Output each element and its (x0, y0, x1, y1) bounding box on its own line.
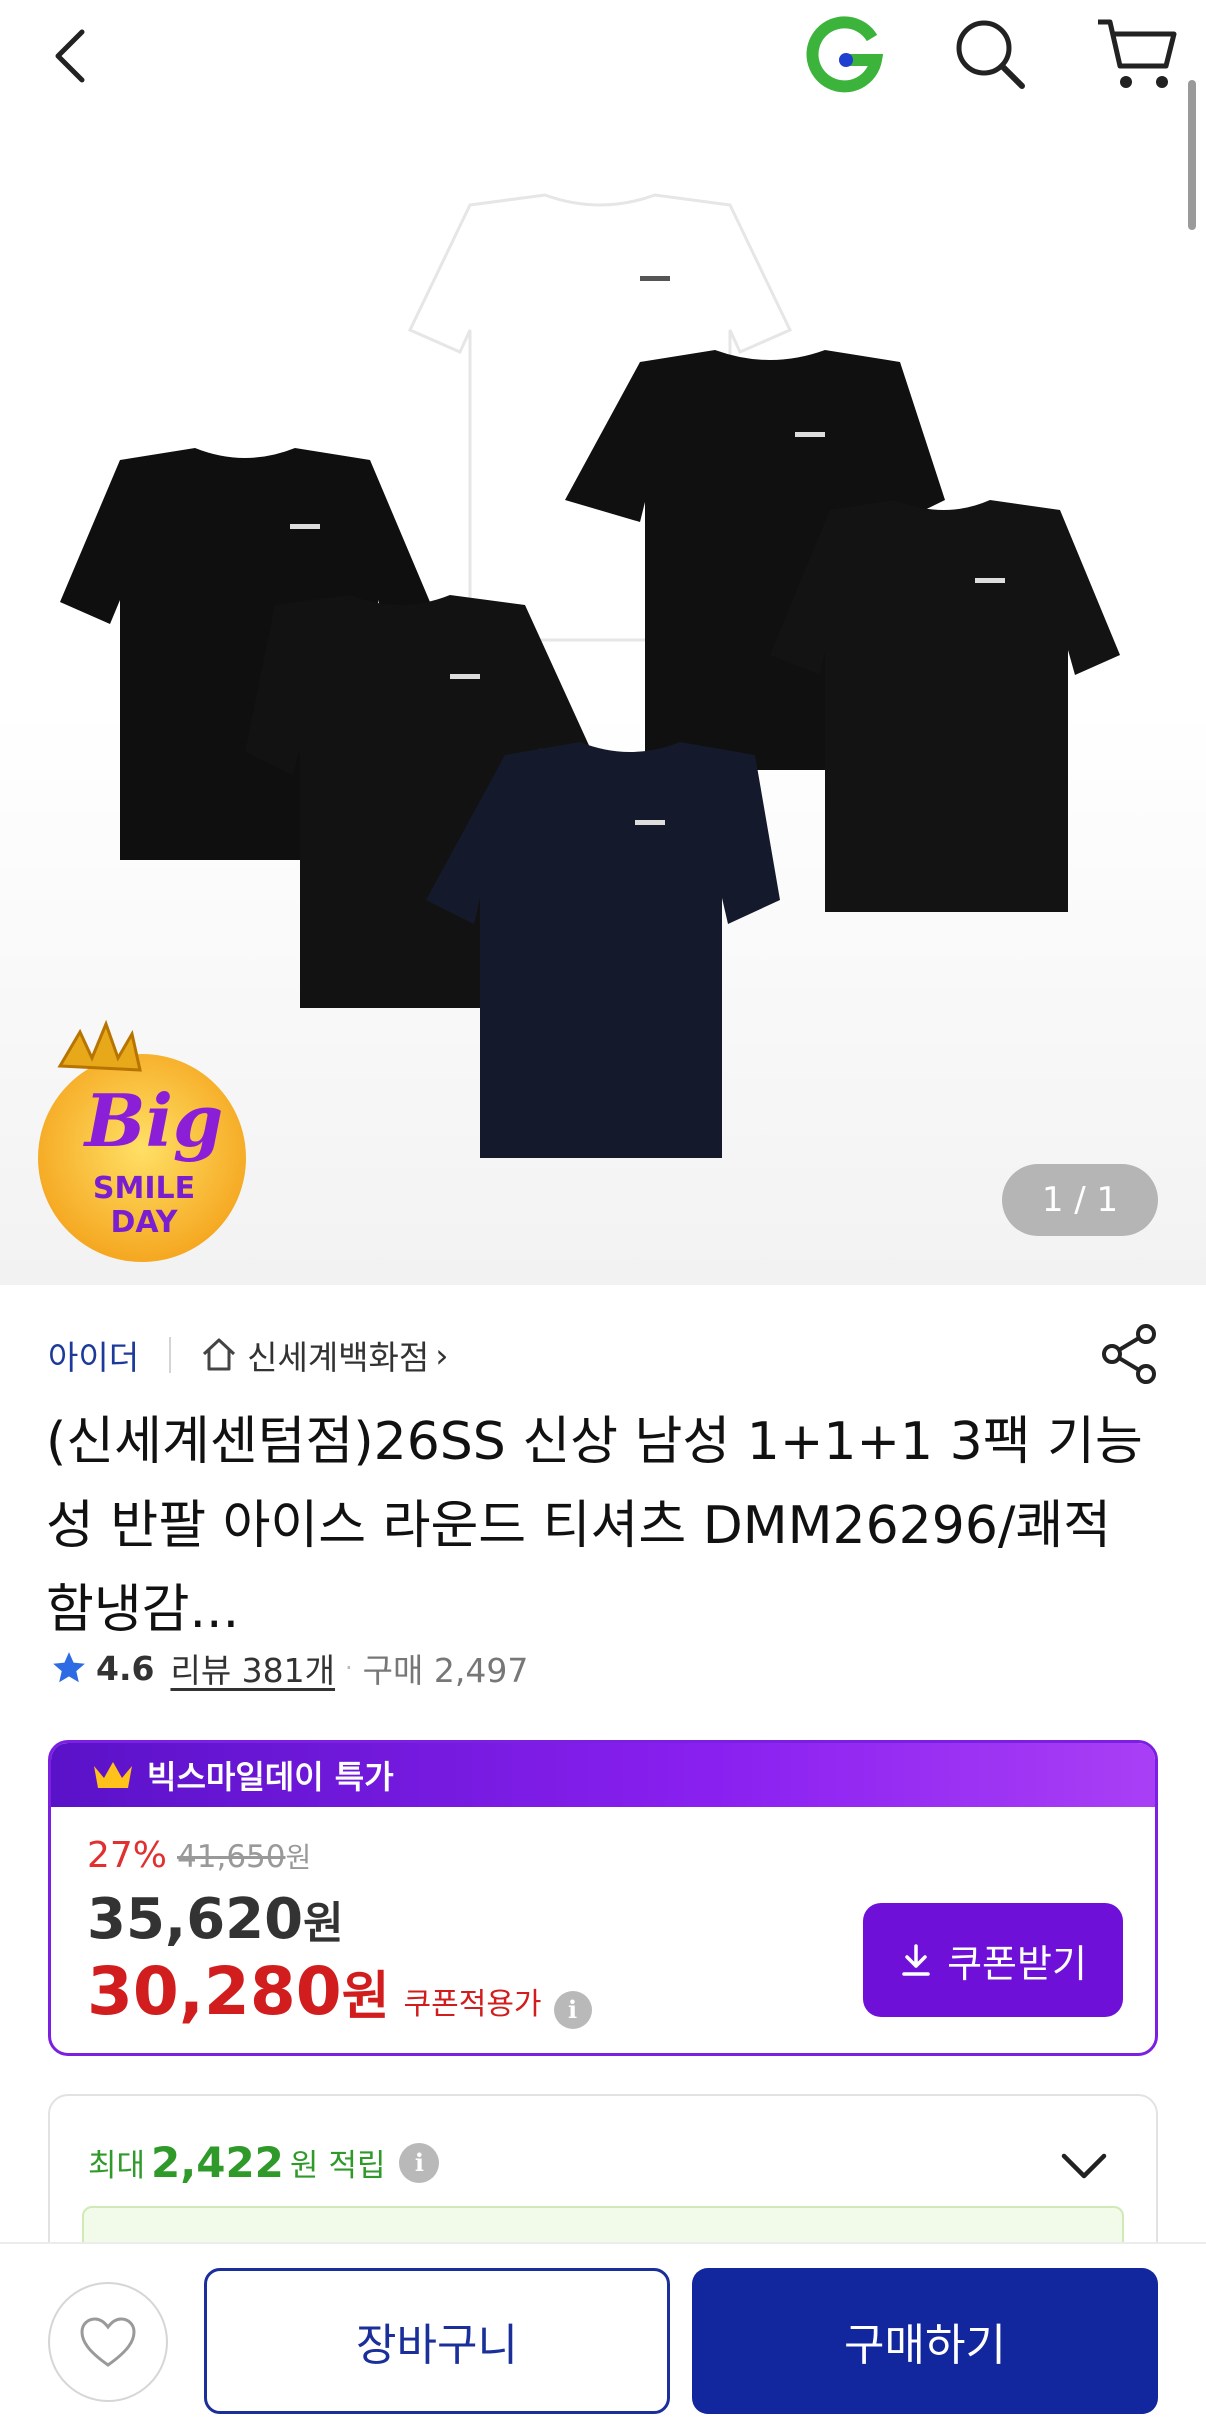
deal-box: 빅스마일데이 특가 27% 41,650 원 35,620원 30,280 원 … (48, 1740, 1158, 2056)
coupon-price-unit: 원 (341, 1967, 390, 2027)
coupon-price-value: 30,280 (87, 1953, 342, 2030)
get-coupon-label: 쿠폰받기 (947, 1941, 1087, 1986)
deal-body: 27% 41,650 원 35,620원 30,280 원 쿠폰적용가 i 쿠폰… (51, 1807, 1155, 2053)
store-link[interactable]: 신세계백화점 › (199, 1331, 448, 1379)
seller-row: 아이더 신세계백화점 › (48, 1330, 448, 1380)
get-coupon-button[interactable]: 쿠폰받기 (863, 1903, 1123, 2017)
store-chevron-icon: › (435, 1335, 449, 1375)
chevron-down-icon[interactable] (1058, 2148, 1110, 2184)
add-to-cart-button[interactable]: 장바구니 (204, 2268, 670, 2414)
sale-price-value: 35,620 (87, 1887, 304, 1952)
scrollbar[interactable] (1188, 80, 1196, 230)
star-icon (53, 1652, 85, 1683)
home-icon (203, 1338, 236, 1371)
deal-header-label: 빅스마일데이 특가 (147, 1758, 394, 1796)
crown-icon (94, 1762, 132, 1788)
buy-now-button[interactable]: 구매하기 (692, 2268, 1158, 2414)
sale-price-unit: 원 (303, 1898, 344, 1949)
heart-icon (80, 2317, 136, 2367)
discount-rate: 27% (87, 1835, 168, 1876)
big-smile-day-badge: Big SMILE DAY (34, 1018, 254, 1268)
points-info-icon[interactable]: i (399, 2142, 440, 2183)
gmarket-g-logo-icon[interactable] (806, 16, 884, 94)
top-navigation-bar (0, 0, 1206, 112)
image-counter: 1 / 1 (1002, 1164, 1158, 1236)
points-prefix: 최대 (88, 2148, 146, 2184)
bottom-action-bar: 장바구니 구매하기 (0, 2242, 1206, 2436)
original-price-unit: 원 (285, 1841, 312, 1874)
rating-row: 4.6 리뷰 381개 · 구매 2,497 (50, 1640, 528, 1696)
separator-dot: · (345, 1654, 353, 1682)
svg-text:Big: Big (83, 1078, 224, 1163)
divider (169, 1337, 172, 1373)
wishlist-button[interactable] (48, 2282, 168, 2402)
rating-score: 4.6 (96, 1648, 155, 1688)
points-amount: 2,422 (151, 2138, 284, 2187)
points-unit: 원 (289, 2148, 319, 2184)
sale-price: 35,620원 (87, 1887, 344, 1952)
original-price: 41,650 (177, 1839, 286, 1875)
svg-text:SMILE: SMILE (93, 1171, 195, 1206)
chevron-left-icon[interactable] (44, 20, 104, 90)
coupon-price-row: 30,280 원 쿠폰적용가 i (87, 1953, 592, 2030)
cart-icon[interactable] (1092, 14, 1180, 94)
purchase-count: 구매 2,497 (362, 1651, 529, 1690)
info-icon[interactable]: i (553, 1990, 592, 2029)
brand-link[interactable]: 아이더 (48, 1331, 139, 1379)
discount-row: 27% 41,650 원 (87, 1835, 311, 1876)
deal-header: 빅스마일데이 특가 (51, 1743, 1155, 1807)
search-icon[interactable] (950, 14, 1030, 94)
points-suffix: 적립 (328, 2148, 386, 2184)
share-icon[interactable] (1100, 1322, 1160, 1386)
review-link[interactable]: 리뷰 381개 (170, 1644, 335, 1692)
coupon-price-label: 쿠폰적용가 (403, 1987, 542, 2022)
svg-text:DAY: DAY (111, 1205, 179, 1240)
product-title: (신세계센텀점)26SS 신상 남성 1+1+1 3팩 기능성 반팔 아이스 라… (46, 1412, 1143, 1640)
download-icon (902, 1944, 930, 1976)
product-image[interactable]: Big SMILE DAY 1 / 1 (0, 0, 1206, 1285)
store-name: 신세계백화점 (247, 1338, 430, 1377)
points-row: 최대 2,422 원 적립 i (88, 2138, 440, 2187)
